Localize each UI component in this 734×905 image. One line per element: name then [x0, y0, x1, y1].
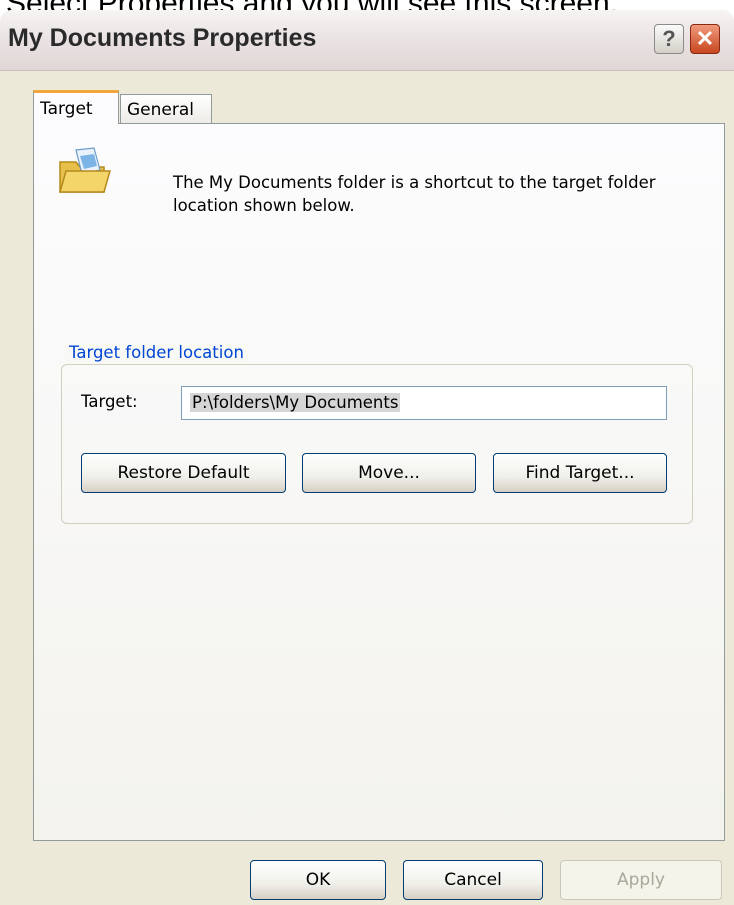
find-target-button[interactable]: Find Target... — [493, 453, 667, 493]
restore-default-button[interactable]: Restore Default — [81, 453, 286, 493]
group-title: Target folder location — [65, 343, 248, 362]
cancel-label: Cancel — [444, 870, 502, 890]
ok-label: OK — [305, 870, 331, 890]
title-bar[interactable]: My Documents Properties ? ✕ — [0, 10, 734, 71]
move-button[interactable]: Move... — [302, 453, 476, 493]
target-label: Target: — [81, 392, 138, 411]
apply-button[interactable]: Apply — [560, 860, 722, 900]
tab-panel: The My Documents folder is a shortcut to… — [33, 123, 725, 841]
tab-target[interactable]: Target — [33, 90, 119, 124]
help-button[interactable]: ? — [654, 24, 684, 54]
tab-general-label: General — [127, 99, 194, 120]
target-value: P:\folders\My Documents — [190, 393, 401, 412]
help-icon: ? — [662, 26, 676, 51]
tab-general[interactable]: General — [120, 94, 212, 124]
close-button[interactable]: ✕ — [690, 24, 720, 54]
tab-target-label: Target — [40, 98, 93, 119]
ok-button[interactable]: OK — [250, 860, 386, 900]
target-input[interactable]: P:\folders\My Documents — [181, 386, 667, 420]
apply-label: Apply — [617, 870, 665, 890]
close-icon: ✕ — [695, 26, 715, 51]
folder-shortcut-icon — [59, 147, 111, 193]
move-label: Move... — [358, 463, 420, 483]
find-target-label: Find Target... — [525, 463, 635, 483]
cancel-button[interactable]: Cancel — [403, 860, 543, 900]
properties-dialog: My Documents Properties ? ✕ Target Gener… — [0, 10, 734, 905]
window-title: My Documents Properties — [8, 24, 317, 52]
restore-default-label: Restore Default — [117, 463, 250, 483]
description-text: The My Documents folder is a shortcut to… — [173, 173, 656, 215]
